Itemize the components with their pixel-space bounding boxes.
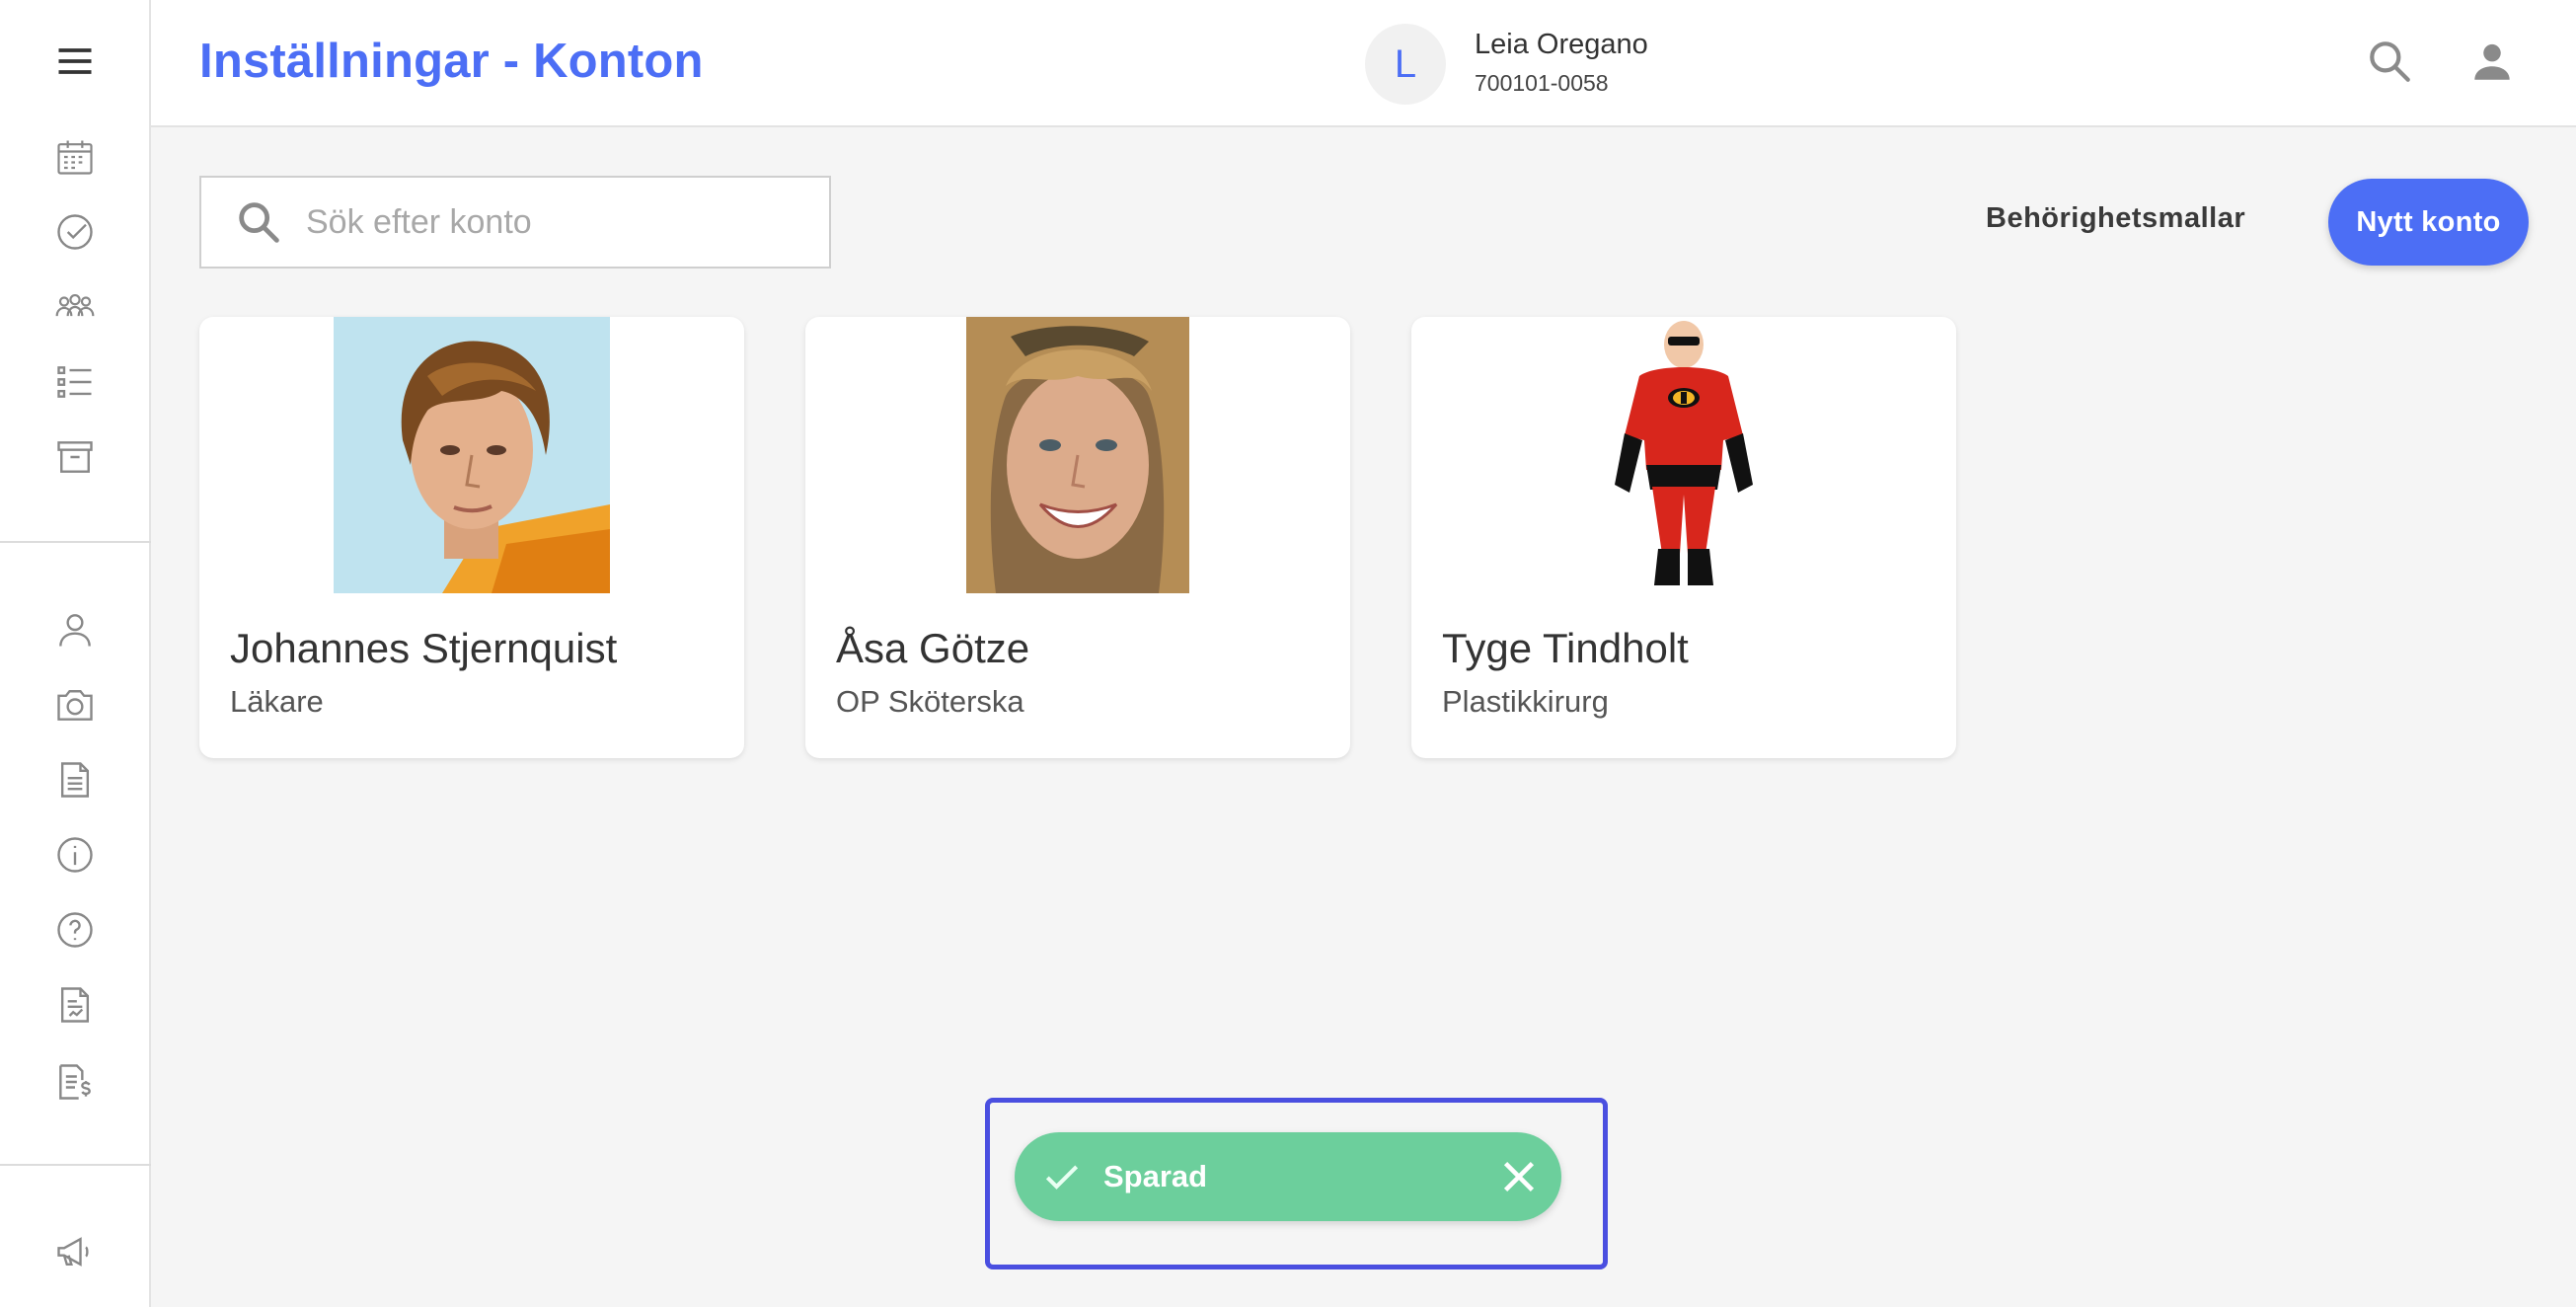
- account-card[interactable]: Johannes Stjernquist Läkare: [199, 317, 744, 758]
- sidebar: [0, 0, 151, 1307]
- patient-id: 700101-0058: [1475, 70, 1609, 96]
- group-icon[interactable]: [43, 275, 107, 339]
- new-account-button[interactable]: Nytt konto: [2328, 179, 2529, 266]
- patient-name: Leia Oregano: [1475, 29, 1648, 60]
- check-circle-icon[interactable]: [43, 200, 107, 264]
- account-photo: [334, 317, 610, 593]
- search-icon: [239, 202, 279, 243]
- account-icon[interactable]: [2461, 30, 2524, 93]
- account-role: Läkare: [230, 684, 324, 719]
- account-search[interactable]: [199, 176, 831, 269]
- toast-message: Sparad: [1103, 1159, 1208, 1193]
- list-icon[interactable]: [43, 350, 107, 414]
- check-icon: [1045, 1165, 1079, 1190]
- help-icon[interactable]: [43, 898, 107, 961]
- sidebar-divider: [0, 1164, 151, 1166]
- account-name: Johannes Stjernquist: [230, 625, 618, 671]
- patient-avatar[interactable]: L: [1365, 24, 1446, 105]
- menu-icon[interactable]: [43, 30, 107, 93]
- account-role: OP Sköterska: [836, 684, 1024, 719]
- page-title: Inställningar - Konton: [199, 35, 704, 88]
- search-input[interactable]: [306, 202, 819, 242]
- permission-templates-button[interactable]: Behörighetsmallar: [1986, 202, 2245, 235]
- archive-icon[interactable]: [43, 425, 107, 489]
- sidebar-divider: [0, 541, 151, 543]
- success-toast: Sparad: [1015, 1132, 1561, 1221]
- megaphone-icon[interactable]: [43, 1220, 107, 1283]
- account-photo: [966, 317, 1189, 593]
- top-header: Inställningar - Konton L Leia Oregano 70…: [151, 0, 2576, 127]
- calendar-icon[interactable]: [43, 125, 107, 189]
- account-role: Plastikkirurg: [1442, 684, 1609, 719]
- invoice-icon[interactable]: [43, 1050, 107, 1114]
- person-icon[interactable]: [43, 598, 107, 661]
- account-name: Åsa Götze: [836, 625, 1030, 671]
- camera-icon[interactable]: [43, 673, 107, 736]
- account-card[interactable]: Tyge Tindholt Plastikkirurg: [1411, 317, 1956, 758]
- search-icon[interactable]: [2358, 30, 2421, 93]
- account-card[interactable]: Åsa Götze OP Sköterska: [805, 317, 1350, 758]
- document-icon[interactable]: [43, 748, 107, 811]
- close-icon[interactable]: [1496, 1154, 1542, 1199]
- info-icon[interactable]: [43, 823, 107, 886]
- report-icon[interactable]: [43, 973, 107, 1037]
- account-name: Tyge Tindholt: [1442, 625, 1689, 671]
- account-photo: [1585, 317, 1782, 593]
